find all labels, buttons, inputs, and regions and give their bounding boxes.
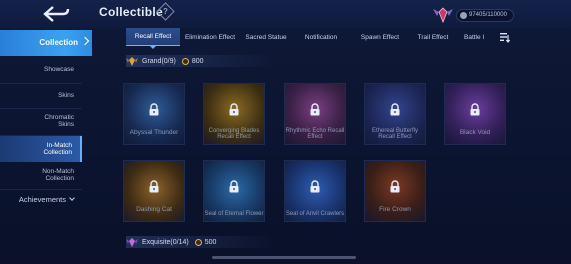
card-name: Rhythmic Echo Recall Effect (285, 127, 345, 141)
lock-icon (390, 180, 400, 193)
section-points: 500 (204, 238, 217, 246)
sidebar-item-non-match-collection[interactable]: Non-Match Collection (0, 162, 82, 188)
corner-badge (414, 84, 425, 89)
sidebar-item-label: Skins (58, 92, 74, 100)
corner-badge (414, 161, 425, 166)
sidebar-item-label: Achievements (18, 194, 66, 204)
tab-sacred-statue[interactable]: Sacred Statue (240, 28, 292, 46)
back-arrow-icon (43, 6, 70, 22)
sidebar-item-label: Showcase (44, 66, 74, 74)
sidebar: Collection Showcase Skins Chromatic Skin… (0, 28, 92, 264)
corner-badge (253, 84, 264, 89)
filter-icon (500, 33, 511, 43)
collectible-card[interactable]: Fire Crown (364, 160, 426, 222)
tab-elimination-effect[interactable]: Elimination Effect (180, 28, 240, 46)
back-button[interactable] (36, 3, 76, 25)
collectible-card[interactable]: Abyssal Thunder (123, 83, 185, 145)
coin-icon (181, 57, 189, 65)
lock-icon (149, 180, 159, 193)
card-name: Black Void (459, 128, 491, 136)
chevron-down-icon (69, 195, 75, 201)
tab-label: Sacred Statue (245, 33, 287, 41)
currency-value: 97405 (469, 12, 486, 18)
card-name: Seal of Eternal Flower (204, 211, 264, 218)
currency-pill: 97405/110000 (456, 8, 514, 22)
scrollbar[interactable] (212, 256, 356, 259)
sidebar-item-showcase[interactable]: Showcase (0, 58, 82, 82)
corner-badge (494, 84, 505, 89)
coin-icon (194, 238, 202, 246)
corner-badge (173, 161, 184, 166)
chevron-right-icon (80, 36, 90, 46)
info-glyph: ? (163, 6, 168, 16)
card-name: Abyssal Thunder (129, 128, 179, 136)
winged-crest-icon (433, 7, 453, 24)
lock-icon (470, 103, 480, 116)
sidebar-item-collection[interactable]: Collection (0, 30, 92, 56)
purple-rank-icon (126, 237, 138, 247)
tab-trail-effect[interactable]: Trail Effect (410, 28, 456, 46)
section-header-grand: Grand(0/9) 800 (126, 55, 276, 67)
section-title: Exquisite(0/14) (142, 238, 189, 246)
card-name: Fire Crown (379, 205, 411, 213)
card-name: Dashing Cat (136, 205, 172, 213)
collectible-card[interactable]: Black Void (444, 83, 506, 145)
section-points: 800 (191, 57, 204, 65)
collectible-card[interactable]: Seal of Anvil Crawlers (284, 160, 346, 222)
section-title: Grand(0/9) (142, 57, 176, 65)
tab-label: Elimination Effect (184, 33, 236, 41)
sidebar-item-skins[interactable]: Skins (0, 84, 82, 108)
lock-icon (310, 180, 320, 193)
page-title: Collectible (99, 5, 163, 19)
collectible-card[interactable]: Dashing Cat (123, 160, 185, 222)
card-name: Converging Blades Recall Effect (208, 127, 260, 141)
sidebar-item-label: In-Match Collection (43, 141, 72, 156)
lock-icon (149, 103, 159, 116)
lock-icon (310, 103, 320, 116)
collectible-card[interactable]: Seal of Eternal Flower (203, 160, 265, 222)
tab-notification[interactable]: Notification (292, 28, 350, 46)
filter-button[interactable] (498, 30, 512, 44)
tab-label: Recall Effect (134, 33, 172, 40)
collectible-card[interactable]: Rhythmic Echo Recall Effect (284, 83, 346, 145)
tab-label: Notification (304, 33, 338, 41)
sidebar-item-label: Collection (39, 38, 78, 48)
corner-badge (334, 84, 345, 89)
tab-spawn-effect[interactable]: Spawn Effect (350, 28, 410, 46)
sidebar-item-chromatic-skins[interactable]: Chromatic Skins (0, 108, 82, 134)
tab-label: Battle I (464, 33, 485, 41)
currency-max: /110000 (485, 12, 507, 18)
tab-label: Trail Effect (417, 33, 449, 41)
collectible-card[interactable]: Ethereal Butterfly Recall Effect (364, 83, 426, 145)
tab-label: Spawn Effect (360, 33, 400, 41)
sidebar-item-achievements[interactable]: Achievements (0, 188, 82, 212)
lock-icon (390, 103, 400, 116)
card-name: Seal of Anvil Crawlers (285, 211, 345, 218)
currency-display: 97405/110000 (432, 6, 530, 24)
gem-icon (460, 11, 467, 19)
collectible-card[interactable]: Converging Blades Recall Effect (203, 83, 265, 145)
sidebar-item-in-match-collection[interactable]: In-Match Collection (0, 136, 82, 162)
tab-battle[interactable]: Battle I (464, 28, 494, 46)
sidebar-item-label: Chromatic Skins (44, 113, 74, 128)
card-name: Ethereal Butterfly Recall Effect (371, 127, 419, 141)
sidebar-item-label: Non-Match Collection (42, 167, 74, 182)
section-header-exquisite: Exquisite(0/14) 500 (126, 236, 276, 248)
lock-icon (229, 103, 239, 116)
lock-icon (229, 180, 239, 193)
tab-recall-effect[interactable]: Recall Effect (126, 28, 180, 49)
gold-rank-icon (126, 56, 138, 66)
